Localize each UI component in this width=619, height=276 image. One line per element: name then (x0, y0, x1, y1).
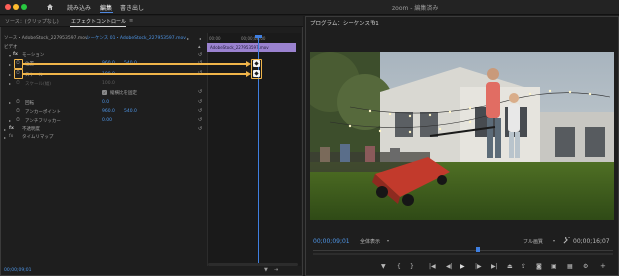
tab-effect-controls[interactable]: エフェクトコントロール (71, 18, 126, 25)
opacity-label[interactable]: 不透明度 (22, 126, 40, 132)
timeline-start-label: 00:00 (209, 36, 221, 41)
active-workspace-indicator (100, 12, 113, 13)
stopwatch-icon: ⏱ (16, 80, 20, 86)
active-tab-indicator (70, 26, 126, 27)
filter-icon[interactable]: ▼ (264, 267, 268, 273)
video-section-label: ビデオ (4, 45, 18, 50)
param-label-scale-width: スケール(幅) (25, 82, 52, 87)
motion-label[interactable]: モーション (22, 52, 44, 58)
panel-menu-icon[interactable]: ≡ (129, 18, 133, 24)
wrench-icon[interactable] (563, 237, 570, 244)
fx-badge-icon: fx (13, 52, 18, 57)
rotation-value[interactable]: 0.0 (102, 100, 109, 105)
lift-icon[interactable]: ⏏ (507, 263, 513, 270)
video-scene (310, 52, 614, 220)
param-label-antiflicker: アンチフリッカー (25, 119, 61, 124)
stopwatch-icon[interactable]: ⏱ (16, 70, 20, 76)
reset-antiflicker-icon[interactable]: ↺ (198, 117, 202, 123)
reset-opacity-icon[interactable]: ↺ (198, 126, 202, 132)
arrow-line (23, 73, 247, 75)
disclosure-triangle-icon[interactable]: ▸ (9, 72, 11, 77)
extract-icon[interactable]: ⇪ (521, 263, 526, 270)
reset-uniform-icon[interactable]: ↺ (198, 89, 202, 95)
workspace-tab-export[interactable]: 書き出し (120, 3, 144, 12)
anchor-y-value[interactable]: 540.0 (124, 109, 137, 114)
fx-badge-icon: fx (9, 126, 14, 131)
reset-anchor-icon[interactable]: ↺ (198, 108, 202, 114)
antiflicker-value[interactable]: 0.00 (102, 118, 112, 123)
disclosure-triangle-icon[interactable]: ▸ (9, 118, 11, 123)
add-marker-icon[interactable]: ▼ (381, 263, 386, 270)
program-playhead[interactable] (476, 247, 480, 252)
step-forward-icon[interactable]: |▶ (475, 263, 482, 270)
program-duration: 00;00;16;07 (573, 238, 610, 245)
app-header: 読み込み 編集 書き出し zoom - 編集済み (0, 0, 619, 15)
disclosure-triangle-icon[interactable]: ▾ (9, 53, 11, 58)
disclosure-triangle-icon[interactable]: ▸ (9, 100, 11, 105)
program-zoom-scrollbar[interactable] (313, 253, 613, 255)
stopwatch-icon[interactable]: ⏱ (16, 99, 20, 105)
program-title[interactable]: プログラム：シーケンス 01 (310, 19, 379, 27)
uniform-scale-label: 縦横比を固定 (110, 91, 137, 96)
chevron-down-icon[interactable]: ▾ (387, 238, 389, 243)
panel-menu-icon[interactable]: ≡ (370, 19, 375, 25)
program-scrubber[interactable] (313, 250, 613, 251)
maximize-window-icon[interactable] (21, 4, 27, 10)
reset-motion-icon[interactable]: ↺ (198, 52, 202, 58)
anchor-x-value[interactable]: 960.0 (102, 109, 115, 114)
checkmark-icon: ✓ (103, 89, 107, 95)
step-back-icon[interactable]: ◀| (446, 263, 453, 270)
window-title: zoom - 編集済み (392, 5, 439, 12)
timeline-toggle-icon[interactable]: ◂ (199, 36, 201, 41)
mark-in-icon[interactable]: { (397, 263, 401, 270)
stopwatch-icon[interactable]: ⏱ (16, 108, 20, 114)
zoom-select[interactable]: 全体表示 (360, 238, 380, 245)
quality-select[interactable]: フル画質 (523, 238, 543, 245)
scroll-up-icon[interactable]: ▴ (198, 44, 201, 50)
overlay-icon[interactable]: ▦ (567, 263, 573, 270)
camera-icon[interactable]: ◙ (536, 263, 542, 270)
workspace-tab-edit[interactable]: 編集 (100, 3, 112, 12)
timeline-zoom-scrollbar[interactable] (208, 263, 298, 266)
playhead-handle[interactable] (255, 35, 262, 38)
home-icon[interactable] (46, 3, 54, 11)
add-keyframe-icon[interactable] (253, 60, 260, 67)
reset-rotation-icon[interactable]: ↺ (198, 99, 202, 105)
param-label-rotation: 回転 (25, 101, 34, 106)
stopwatch-icon[interactable]: ⏱ (16, 60, 20, 66)
close-window-icon[interactable] (5, 4, 11, 10)
timeremap-label[interactable]: タイムリマップ (22, 134, 53, 140)
source-clip-label[interactable]: ソース・AdobeStock_227953597.mov (4, 35, 88, 41)
compare-view-icon[interactable]: ▣ (551, 263, 557, 270)
clip-name: AdobeStock_227953597.mov (210, 45, 269, 50)
param-label-anchor: アンカーポイント (25, 110, 61, 115)
program-timecode[interactable]: 00;00;09;01 (313, 238, 350, 245)
export-icon[interactable]: ⇥ (274, 267, 278, 273)
arrow-line (23, 63, 247, 65)
disclosure-triangle-icon[interactable]: ▸ (4, 127, 6, 132)
play-only-audio-icon[interactable]: ▸ (187, 36, 189, 41)
scale-width-value: 100.0 (102, 81, 115, 86)
tab-source[interactable]: ソース：(クリップなし) (5, 18, 59, 25)
workspace-tab-import[interactable]: 読み込み (67, 3, 91, 12)
panel-tabs: ソース：(クリップなし) エフェクトコントロール ≡ (0, 16, 303, 27)
button-editor-icon[interactable]: + (600, 262, 606, 270)
minimize-window-icon[interactable] (13, 4, 19, 10)
add-keyframe-icon[interactable] (253, 70, 260, 77)
settings-icon[interactable]: ⚙ (583, 263, 588, 270)
current-time[interactable]: 00;00;09;01 (4, 268, 31, 273)
disclosure-triangle-icon[interactable]: ▸ (4, 135, 6, 140)
disclosure-triangle-icon: ▸ (9, 81, 12, 86)
chevron-down-icon[interactable]: ▾ (553, 238, 555, 243)
stopwatch-icon[interactable]: ⏱ (16, 117, 20, 123)
fx-badge-icon: fx (9, 134, 14, 139)
mark-out-icon[interactable]: } (410, 263, 414, 270)
play-icon[interactable]: ▶ (460, 263, 465, 270)
go-to-out-icon[interactable]: ▶| (491, 263, 498, 270)
go-to-in-icon[interactable]: |◀ (429, 263, 436, 270)
video-frame[interactable] (310, 52, 614, 220)
sequence-clip-label[interactable]: シーケンス 01・AdobeStock_227953597.mov (86, 35, 186, 41)
disclosure-triangle-icon[interactable]: ▸ (9, 62, 11, 67)
